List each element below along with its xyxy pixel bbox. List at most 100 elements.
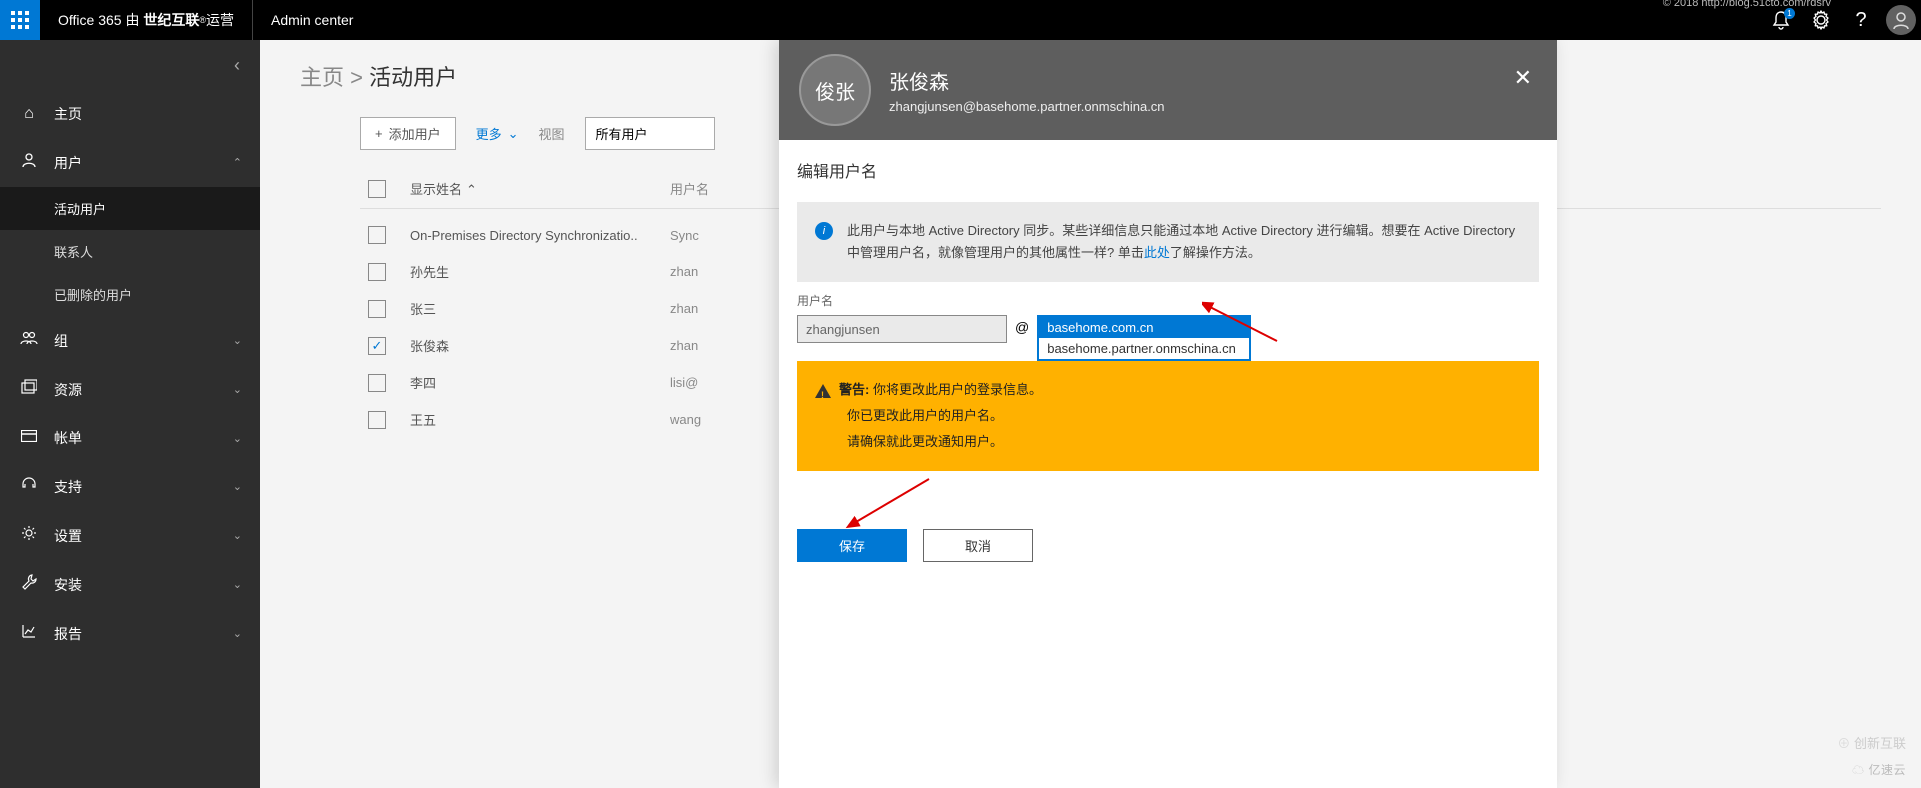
row-checkbox[interactable] bbox=[368, 300, 386, 318]
billing-icon bbox=[18, 429, 40, 447]
chevron-down-icon: ⌄ bbox=[508, 126, 519, 142]
sidebar-item-reports[interactable]: 报告 ⌄ bbox=[0, 609, 260, 658]
sidebar-item-deleted-users[interactable]: 已删除的用户 bbox=[0, 273, 260, 316]
info-box: i 此用户与本地 Active Directory 同步。某些详细信息只能通过本… bbox=[797, 202, 1539, 282]
warning-icon bbox=[815, 384, 831, 398]
sidebar-item-label: 支持 bbox=[54, 477, 82, 497]
groups-icon bbox=[18, 330, 40, 351]
row-checkbox[interactable]: ✓ bbox=[368, 337, 386, 355]
chevron-down-icon: ⌄ bbox=[233, 480, 242, 493]
row-name: 张三 bbox=[410, 299, 670, 318]
chevron-down-icon: ⌄ bbox=[233, 432, 242, 445]
user-name: 张俊森 bbox=[889, 66, 1165, 95]
settings-button[interactable] bbox=[1801, 0, 1841, 40]
user-icon bbox=[18, 152, 40, 173]
avatar-icon bbox=[1886, 5, 1916, 35]
edit-user-panel: 俊张 张俊森 zhangjunsen@basehome.partner.onms… bbox=[779, 40, 1557, 788]
chevron-left-icon: ‹ bbox=[234, 55, 240, 76]
plus-icon: + bbox=[375, 126, 383, 141]
help-button[interactable]: ? bbox=[1841, 0, 1881, 40]
row-checkbox[interactable] bbox=[368, 411, 386, 429]
sidebar-item-home[interactable]: ⌂ 主页 bbox=[0, 90, 260, 138]
username-label: 用户名 bbox=[797, 292, 1539, 309]
sidebar-item-label: 帐单 bbox=[54, 428, 82, 448]
chevron-down-icon: ⌄ bbox=[233, 529, 242, 542]
row-checkbox[interactable] bbox=[368, 226, 386, 244]
chevron-down-icon: ⌄ bbox=[233, 334, 242, 347]
sidebar: ‹ ⌂ 主页 用户 ⌃ 活动用户 联系人 已删除的用户 组 ⌄ 资源 bbox=[0, 40, 260, 788]
sidebar-item-label: 资源 bbox=[54, 380, 82, 400]
sidebar-item-label: 组 bbox=[54, 331, 68, 351]
sidebar-item-support[interactable]: 支持 ⌄ bbox=[0, 462, 260, 511]
settings-icon bbox=[18, 525, 40, 546]
username-input[interactable] bbox=[797, 315, 1007, 343]
user-avatar: 俊张 bbox=[799, 54, 871, 126]
button-label: 添加用户 bbox=[389, 124, 441, 143]
sidebar-item-label: 用户 bbox=[54, 153, 82, 173]
chevron-up-icon: ⌃ bbox=[233, 156, 242, 169]
view-label: 视图 bbox=[539, 124, 565, 143]
sidebar-item-label: 主页 bbox=[54, 104, 82, 124]
app-launcher-button[interactable] bbox=[0, 0, 40, 40]
gear-icon bbox=[1811, 10, 1831, 30]
row-name: 张俊森 bbox=[410, 336, 670, 355]
user-email: zhangjunsen@basehome.partner.onmschina.c… bbox=[889, 99, 1165, 114]
row-checkbox[interactable] bbox=[368, 374, 386, 392]
column-header-name[interactable]: 显示姓名⌃ bbox=[410, 179, 670, 198]
chevron-down-icon: ⌄ bbox=[233, 383, 242, 396]
sidebar-item-billing[interactable]: 帐单 ⌄ bbox=[0, 414, 260, 462]
sidebar-item-settings[interactable]: 设置 ⌄ bbox=[0, 511, 260, 560]
save-button[interactable]: 保存 bbox=[797, 529, 907, 562]
account-button[interactable] bbox=[1881, 0, 1921, 40]
row-name: 李四 bbox=[410, 373, 670, 392]
support-icon bbox=[18, 476, 40, 497]
question-icon: ? bbox=[1855, 9, 1866, 32]
chart-icon bbox=[18, 623, 40, 644]
row-name: 王五 bbox=[410, 410, 670, 429]
sidebar-item-label: 设置 bbox=[54, 526, 82, 546]
cancel-button[interactable]: 取消 bbox=[923, 529, 1033, 562]
row-checkbox[interactable] bbox=[368, 263, 386, 281]
sidebar-item-contacts[interactable]: 联系人 bbox=[0, 230, 260, 273]
sidebar-item-label: 安装 bbox=[54, 575, 82, 595]
sidebar-item-groups[interactable]: 组 ⌄ bbox=[0, 316, 260, 365]
notifications-button[interactable]: 1 bbox=[1761, 0, 1801, 40]
chevron-down-icon: ⌄ bbox=[233, 627, 242, 640]
button-label: 更多 bbox=[476, 124, 502, 143]
collapse-sidebar-button[interactable]: ‹ bbox=[0, 40, 260, 90]
more-button[interactable]: 更多 ⌄ bbox=[476, 124, 519, 143]
close-button[interactable]: ✕ bbox=[1514, 65, 1532, 91]
view-select[interactable]: 所有用户 bbox=[585, 117, 715, 150]
info-icon: i bbox=[815, 222, 833, 240]
row-name: 孙先生 bbox=[410, 262, 670, 281]
watermark-brand2: ☁ 亿速云 bbox=[1852, 761, 1906, 778]
chevron-down-icon: ⌄ bbox=[233, 578, 242, 591]
notification-badge: 1 bbox=[1784, 8, 1795, 19]
dropdown-option[interactable]: basehome.partner.onmschina.cn bbox=[1039, 338, 1249, 359]
close-icon: ✕ bbox=[1514, 65, 1532, 90]
sidebar-item-label: 报告 bbox=[54, 624, 82, 644]
breadcrumb-home[interactable]: 主页 bbox=[300, 65, 344, 90]
section-title: 编辑用户名 bbox=[797, 158, 1539, 182]
sidebar-item-install[interactable]: 安装 ⌄ bbox=[0, 560, 260, 609]
app-title: Office 365 由 世纪互联®运营 bbox=[40, 0, 253, 40]
sidebar-item-users[interactable]: 用户 ⌃ bbox=[0, 138, 260, 187]
sort-asc-icon: ⌃ bbox=[466, 182, 477, 198]
home-icon: ⌂ bbox=[18, 105, 40, 123]
sidebar-item-resources[interactable]: 资源 ⌄ bbox=[0, 365, 260, 414]
at-symbol: @ bbox=[1015, 315, 1029, 335]
dropdown-selected-option[interactable]: basehome.com.cn bbox=[1039, 317, 1249, 338]
row-name: On-Premises Directory Synchronizatio.. bbox=[410, 228, 670, 243]
wrench-icon bbox=[18, 574, 40, 595]
admin-center-label: Admin center bbox=[253, 12, 371, 28]
sidebar-item-active-users[interactable]: 活动用户 bbox=[0, 187, 260, 230]
waffle-icon bbox=[11, 11, 29, 29]
add-user-button[interactable]: + 添加用户 bbox=[360, 117, 456, 150]
select-all-checkbox[interactable] bbox=[368, 180, 386, 198]
domain-dropdown[interactable]: basehome.com.cn basehome.partner.onmschi… bbox=[1037, 315, 1251, 361]
breadcrumb-current: 活动用户 bbox=[369, 65, 457, 90]
warning-box: 警告: 你将更改此用户的登录信息。 你已更改此用户的用户名。 请确保就此更改通知… bbox=[797, 361, 1539, 471]
resources-icon bbox=[18, 379, 40, 400]
watermark-brand1: ⊕ 创新互联 bbox=[1837, 733, 1906, 752]
info-link[interactable]: 此处 bbox=[1144, 245, 1170, 260]
